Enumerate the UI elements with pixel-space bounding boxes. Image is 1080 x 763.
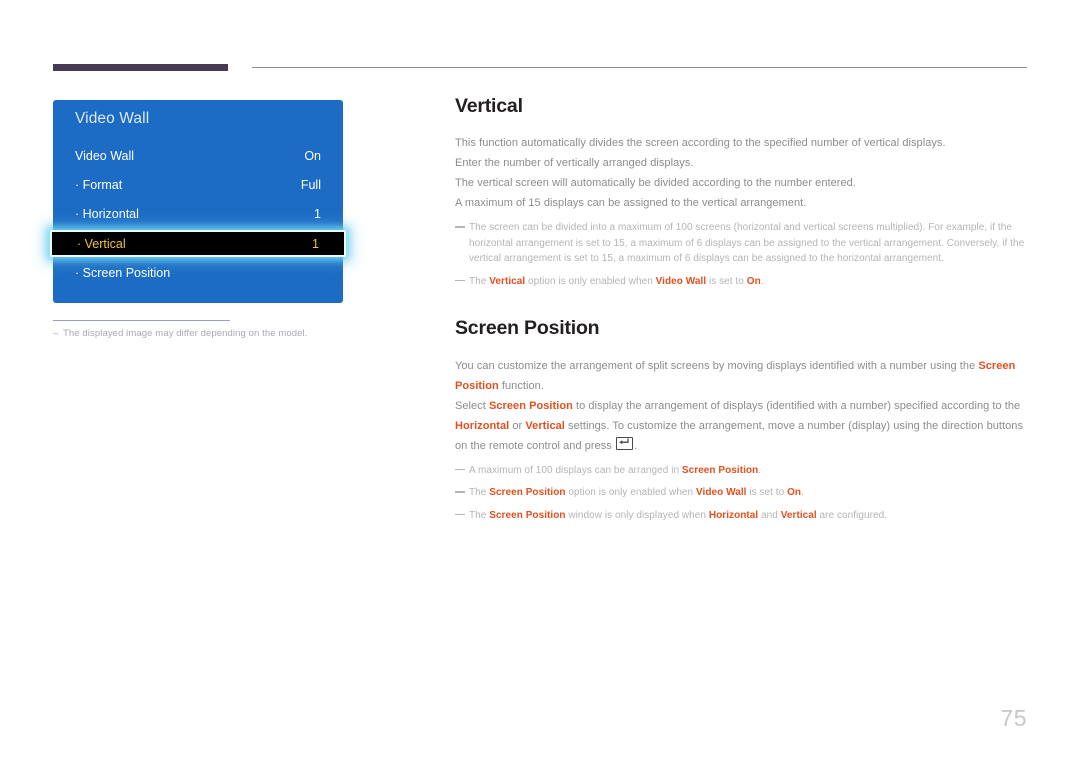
header-divider-rule (252, 67, 1027, 68)
screen-position-body: You can customize the arrangement of spl… (455, 356, 1027, 456)
osd-row-horizontal[interactable]: · Horizontal 1 (53, 201, 343, 227)
note-text: The (469, 275, 490, 287)
note-text: are configured. (816, 509, 888, 521)
screen-position-note-1: A maximum of 100 displays can be arrange… (455, 463, 1027, 479)
term-vertical: Vertical (780, 509, 817, 521)
note-text: window is only displayed when (565, 509, 709, 521)
osd-row-format[interactable]: · Format Full (53, 172, 343, 198)
note-text: option is only enabled when (525, 275, 656, 287)
osd-row-label: Video Wall (75, 149, 135, 163)
osd-row-value: 1 (314, 207, 321, 221)
term-video-wall: Video Wall (695, 487, 747, 499)
term-video-wall: Video Wall (655, 275, 707, 287)
caption-divider (53, 320, 230, 321)
note-text: . (760, 275, 764, 287)
osd-row-label: · Horizontal (75, 207, 139, 221)
note-text: A maximum of 100 displays can be arrange… (469, 464, 682, 476)
video-wall-osd-panel: Video Wall Video Wall On · Format Full ·… (50, 100, 346, 303)
osd-row-label: · Vertical (77, 236, 126, 251)
section-heading-vertical: Vertical (455, 95, 523, 117)
term-horizontal: Horizontal (455, 419, 510, 432)
osd-row-label: · Screen Position (75, 266, 171, 280)
osd-row-label: · Format (75, 178, 123, 192)
page-number: 75 (1000, 705, 1027, 731)
caption-dash: ‒ (53, 328, 59, 339)
vertical-paragraph-3: The vertical screen will automatically b… (455, 177, 856, 190)
osd-image-caption: ‒ The displayed image may differ dependin… (53, 328, 383, 339)
term-screen-position: Screen Position (488, 399, 573, 412)
osd-row-value: On (304, 149, 321, 163)
term-on: On (787, 487, 802, 499)
osd-row-value: 1 (312, 236, 319, 251)
note-text: . (758, 464, 762, 476)
osd-row-vertical-selected[interactable]: · Vertical 1 (50, 230, 346, 257)
paragraph-text: . (633, 439, 638, 452)
screen-position-paragraph-2: Select Screen Position to display the ar… (455, 396, 1027, 456)
article-column: Vertical This function automatically div… (455, 95, 1027, 524)
note-text: is set to (746, 487, 788, 499)
paragraph-text: You can customize the arrangement of spl… (455, 359, 979, 372)
note-text: is set to (706, 275, 747, 287)
vertical-note-1: The screen can be divided into a maximum… (455, 220, 1027, 267)
paragraph-text: or (509, 419, 526, 432)
term-screen-position: Screen Position (489, 509, 566, 521)
note-text: The (469, 509, 490, 521)
vertical-paragraph-2: Enter the number of vertically arranged … (455, 157, 694, 170)
paragraph-text: Select (455, 399, 489, 412)
osd-row-video-wall[interactable]: Video Wall On (53, 143, 343, 169)
screen-position-note-2: The Screen Position option is only enabl… (455, 485, 1027, 501)
osd-row-screen-position[interactable]: · Screen Position (53, 260, 343, 286)
enter-key-icon (615, 436, 633, 450)
vertical-note-2: The Vertical option is only enabled when… (455, 274, 1027, 290)
term-on: On (746, 275, 761, 287)
term-screen-position: Screen Position (489, 487, 566, 499)
note-text: option is only enabled when (565, 487, 696, 499)
section-heading-screen-position: Screen Position (455, 317, 600, 340)
term-horizontal: Horizontal (708, 509, 759, 521)
vertical-paragraph-4: A maximum of 15 displays can be assigned… (455, 197, 807, 210)
note-text: . (801, 487, 804, 499)
vertical-paragraph-1: This function automatically divides the … (455, 137, 946, 150)
term-vertical: Vertical (525, 419, 565, 432)
osd-panel-title: Video Wall (75, 110, 150, 127)
vertical-body: This function automatically divides the … (455, 133, 1027, 213)
term-vertical: Vertical (489, 275, 526, 287)
osd-row-value: Full (300, 178, 321, 192)
note-text: The (469, 487, 490, 499)
header-accent-bar (53, 64, 228, 71)
paragraph-text: to display the arrangement of displays (… (572, 399, 1021, 412)
paragraph-text: function. (498, 379, 544, 392)
term-screen-position: Screen Position (681, 464, 759, 476)
screen-position-paragraph-1: You can customize the arrangement of spl… (455, 356, 1027, 396)
note-text: and (758, 509, 781, 521)
caption-text: The displayed image may differ depending… (63, 328, 308, 339)
screen-position-note-3: The Screen Position window is only displ… (455, 508, 1027, 524)
